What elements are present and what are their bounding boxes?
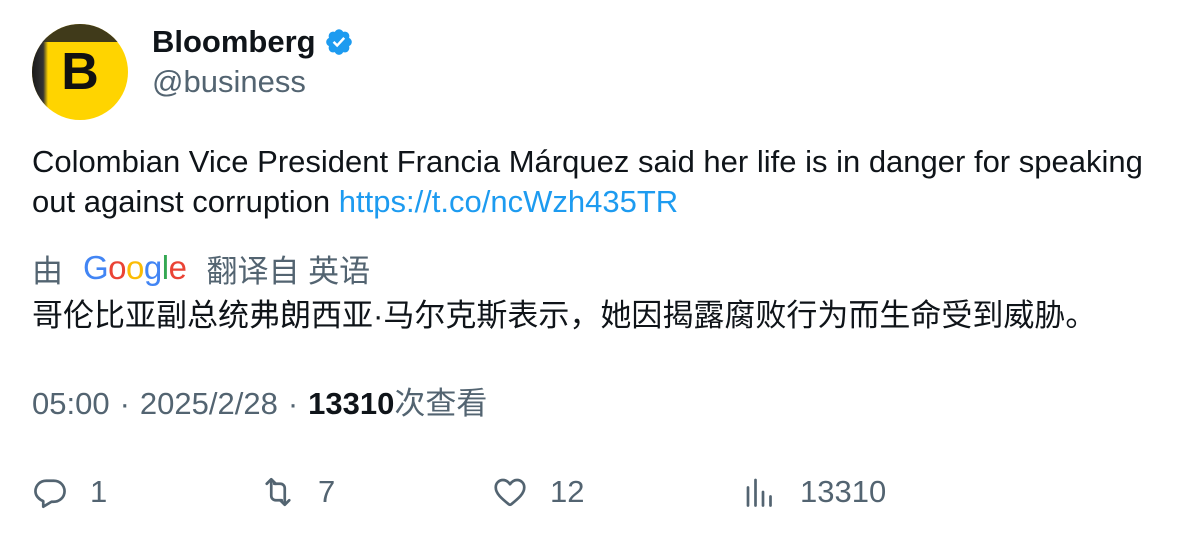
retweet-icon xyxy=(260,474,296,510)
views-chart-icon xyxy=(742,474,778,510)
retweet-count: 7 xyxy=(318,474,336,509)
translated-text: 哥伦比亚副总统弗朗西亚·马尔克斯表示，她因揭露腐败行为而生命受到威胁。 xyxy=(32,298,1097,333)
avatar-letter: B xyxy=(61,43,99,101)
retweet-button[interactable]: 7 xyxy=(260,470,335,514)
tweet-time[interactable]: 05:00 xyxy=(32,384,110,424)
like-count: 12 xyxy=(550,474,585,509)
verified-badge-icon xyxy=(324,27,354,57)
tweet-text: Colombian Vice President Francia Márquez… xyxy=(32,142,1162,222)
google-logo[interactable]: Google xyxy=(83,248,187,288)
translation-suffix: 翻译自 英语 xyxy=(206,253,371,289)
views-label: 次查看 xyxy=(394,386,488,421)
heart-icon xyxy=(492,474,528,510)
author-display-name[interactable]: Bloomberg xyxy=(152,22,316,62)
translation-prefix: 由 xyxy=(32,253,63,289)
author-handle[interactable]: @business xyxy=(152,62,306,102)
like-button[interactable]: 12 xyxy=(492,470,584,514)
tweet-meta: 05:00 · 2025/2/28 · 13310 次查看 xyxy=(32,384,487,424)
reply-button[interactable]: 1 xyxy=(32,470,107,514)
reply-count: 1 xyxy=(90,474,108,509)
views-count: 13310 xyxy=(308,386,395,421)
meta-separator: · xyxy=(287,386,299,421)
reply-icon xyxy=(32,474,68,510)
meta-separator: · xyxy=(119,386,130,421)
avatar[interactable]: B xyxy=(32,24,128,120)
action-bar: 1 7 12 13310 xyxy=(32,470,1172,514)
tweet-date[interactable]: 2025/2/28 xyxy=(140,384,278,424)
views-count-action: 13310 xyxy=(800,474,887,509)
tweet-link[interactable]: https://t.co/ncWzh435TR xyxy=(339,184,678,219)
translation-credit: 由 Google 翻译自 英语 xyxy=(32,248,371,289)
views-button[interactable]: 13310 xyxy=(742,470,886,514)
author-name-row: Bloomberg xyxy=(152,22,354,62)
